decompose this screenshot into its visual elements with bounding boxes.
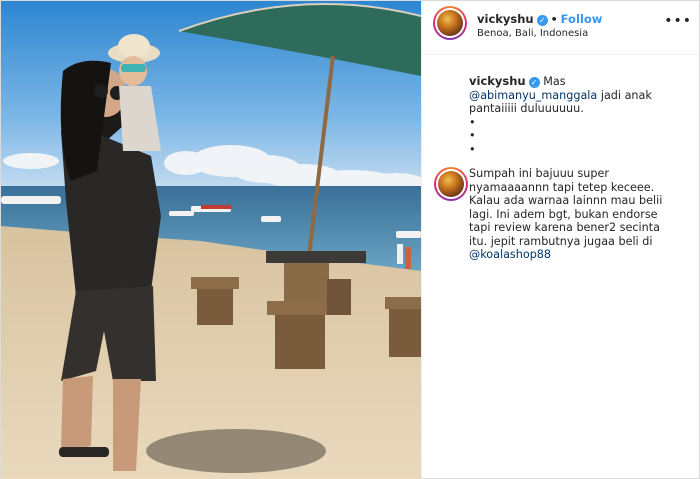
post-photo[interactable] (1, 1, 421, 479)
comment-mention-link[interactable]: @koalashop88 (469, 248, 551, 261)
comment-author-avatar[interactable] (434, 167, 468, 201)
caption-username[interactable]: vickyshu (469, 74, 526, 88)
comment-body: Sumpah ini bajuuu super nyamaaaannn tapi… (469, 167, 663, 248)
author-username[interactable]: vickyshu (477, 12, 534, 26)
separator-dot: • (550, 13, 558, 26)
post-location[interactable]: Benoa, Bali, Indonesia (477, 28, 588, 39)
caption-text-start: Mas (543, 75, 566, 88)
follow-button[interactable]: Follow (561, 12, 603, 26)
author-avatar[interactable] (433, 6, 467, 40)
caption-bullet: • (469, 115, 476, 129)
caption-mention-link[interactable]: @abimanyu_manggala (469, 89, 597, 102)
verified-badge-icon: ✓ (536, 15, 548, 26)
comment-text: Sumpah ini bajuuu super nyamaaaannn tapi… (469, 167, 679, 262)
more-options-icon[interactable]: ••• (664, 13, 692, 29)
caption: vickyshu ✓ Mas @abimanyu_manggala jadi an… (469, 74, 679, 156)
header-user-line: vickyshu ✓ • Follow (477, 12, 602, 26)
post-side-panel: vickyshu ✓ • Follow Benoa, Bali, Indonesia … (421, 1, 700, 479)
instagram-post-frame: vickyshu ✓ • Follow Benoa, Bali, Indonesia … (0, 0, 700, 479)
caption-bullet: • (469, 142, 476, 156)
post-header: vickyshu ✓ • Follow Benoa, Bali, Indonesia … (422, 1, 700, 55)
verified-badge-icon: ✓ (528, 77, 540, 88)
caption-bullet: • (469, 129, 476, 142)
beach-photo-illustration (1, 1, 421, 479)
